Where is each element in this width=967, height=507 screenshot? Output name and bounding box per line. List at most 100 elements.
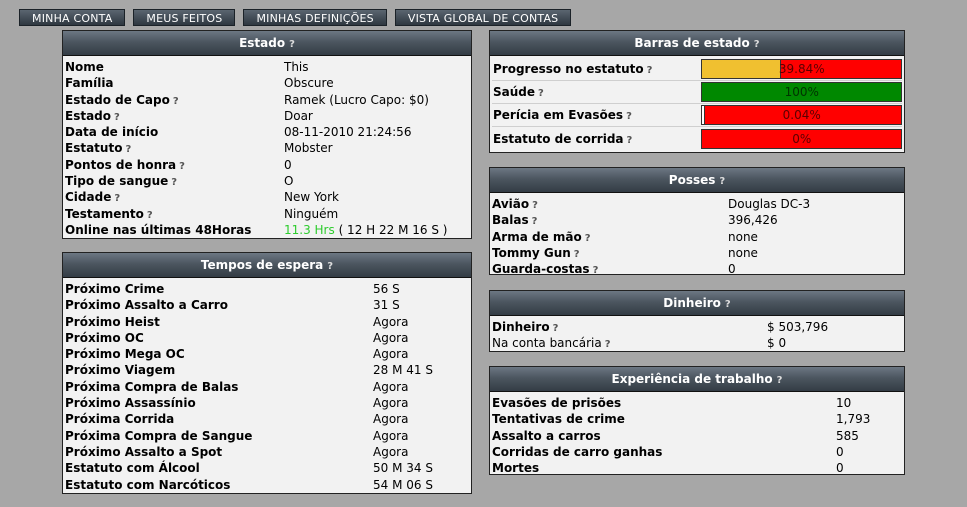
tempos-row-proxima-compra-de-sangue: Próxima Compra de Sangue Agora — [65, 428, 469, 444]
tempos-row-proximo-assassinio: Próximo Assassínio Agora — [65, 395, 469, 411]
estado-row-cidade: Cidade? New York — [65, 189, 469, 205]
bar-label: Saúde? — [492, 85, 701, 99]
tab-minhas-definicoes[interactable]: MINHAS DEFINIÇÕES — [243, 9, 387, 26]
dinheiro-label: Na conta bancária? — [492, 335, 767, 351]
estado-row-estado: Estado? Doar — [65, 108, 469, 124]
experiencia-value: 0 — [836, 444, 844, 459]
row-label-text: Tommy Gun — [492, 245, 571, 260]
barras-body: Progresso no estatuto? 39.84% Saúde? 100% Pe… — [490, 56, 904, 152]
estado-value: Ninguém — [284, 206, 339, 221]
tempos-value: 31 S — [373, 298, 400, 313]
tempos-value: Agora — [373, 379, 409, 394]
progress-bar-text: 0% — [792, 131, 812, 146]
posses-row-tommy-gun: Tommy Gun? none — [492, 245, 902, 261]
tempos-panel-header: Tempos de espera? — [63, 253, 471, 278]
tab-minha-conta[interactable]: MINHA CONTA — [19, 9, 126, 26]
dinheiro-panel-header: Dinheiro? — [490, 291, 904, 316]
progress-bar: 100% — [701, 82, 902, 102]
dinheiro-row-dinheiro: Dinheiro? $ 503,796 — [492, 319, 902, 335]
estado-row-data-de-inicio: Data de início 08-11-2010 21:24:56 — [65, 124, 469, 140]
row-label-text: Próxima Compra de Balas — [65, 379, 239, 394]
help-icon[interactable]: ? — [754, 32, 760, 57]
bar-row-progresso-no-estatuto: Progresso no estatuto? 39.84% — [492, 58, 902, 81]
posses-panel: Posses? Avião? Douglas DC-3 Balas? 396,426 A… — [489, 167, 905, 276]
experiencia-row-corridas-de-carro-ganhas: Corridas de carro ganhas 0 — [492, 444, 902, 460]
row-label-text: Próxima Compra de Sangue — [65, 428, 253, 443]
tempos-title: Tempos de espera — [200, 258, 324, 272]
row-label-text: Guarda-costas — [492, 262, 590, 277]
estado-label: Testamento? — [65, 206, 284, 222]
posses-body: Avião? Douglas DC-3 Balas? 396,426 Arma de m… — [490, 193, 904, 279]
estado-label: Cidade? — [65, 189, 284, 205]
tempos-row-proximo-oc: Próximo OC Agora — [65, 330, 469, 346]
row-label-text: Próximo Assalto a Spot — [65, 444, 223, 459]
estado-label: Estado? — [65, 108, 284, 124]
tempos-value: Agora — [373, 428, 409, 443]
experiencia-label: Tentativas de crime — [492, 411, 836, 427]
row-label-text: Dinheiro — [492, 320, 550, 334]
help-icon[interactable]: ? — [605, 337, 611, 353]
tempos-value: Agora — [373, 330, 409, 345]
row-label-text: Estado — [65, 108, 112, 123]
posses-label: Avião? — [492, 196, 728, 212]
help-icon[interactable]: ? — [647, 65, 653, 76]
posses-value: none — [728, 229, 758, 244]
tempos-value: Agora — [373, 347, 409, 362]
help-icon[interactable]: ? — [719, 169, 725, 194]
barras-title: Barras de estado — [634, 36, 750, 50]
posses-label: Tommy Gun? — [492, 245, 728, 261]
tempos-value: Agora — [373, 314, 409, 329]
experiencia-panel-header: Experiência de trabalho? — [490, 367, 904, 392]
estado-value: Ramek (Lucro Capo: $0) — [284, 92, 429, 107]
row-label-text: Estatuto com Narcóticos — [65, 477, 231, 492]
tempos-label: Próxima Corrida — [65, 411, 373, 427]
experiencia-title: Experiência de trabalho — [611, 372, 773, 386]
posses-panel-header: Posses? — [490, 168, 904, 193]
tab-vista-global[interactable]: VISTA GLOBAL DE CONTAS — [394, 9, 572, 26]
help-icon[interactable]: ? — [725, 292, 731, 317]
estado-label: Data de início — [65, 124, 284, 140]
tempos-row-estatuto-com-narcoticos: Estatuto com Narcóticos 54 M 06 S — [65, 477, 469, 493]
posses-value: 396,426 — [728, 213, 778, 228]
online-detail: ( 12 H 22 M 16 S ) — [334, 222, 448, 237]
dinheiro-value: $ 503,796 — [767, 320, 829, 334]
progress-bar: 39.84% — [701, 59, 902, 79]
tempos-row-proxima-corrida: Próxima Corrida Agora — [65, 411, 469, 427]
tempos-label: Próximo Assalto a Carro — [65, 297, 373, 313]
estado-row-tipo-de-sangue: Tipo de sangue? O — [65, 173, 469, 189]
estado-value: Doar — [284, 108, 313, 123]
estado-value: 08-11-2010 21:24:56 — [284, 125, 412, 140]
progress-bar-text: 100% — [784, 85, 819, 99]
tempos-row-proximo-assalto-a-spot: Próximo Assalto a Spot Agora — [65, 444, 469, 460]
dinheiro-title: Dinheiro — [663, 296, 721, 310]
tempos-label: Próxima Compra de Balas — [65, 379, 373, 395]
tab-meus-feitos[interactable]: MEUS FEITOS — [133, 9, 236, 26]
row-label-text: Próximo Assassínio — [65, 396, 196, 411]
estado-title: Estado — [239, 36, 286, 50]
experiencia-value: 1,793 — [836, 412, 871, 427]
row-label-text: Próxima Corrida — [65, 412, 175, 427]
estado-row-online: Online nas últimas 48Horas 11.3 Hrs ( 12 … — [65, 222, 469, 238]
row-label-text: Cidade — [65, 190, 112, 205]
experiencia-panel: Experiência de trabalho? Evasões de pris… — [489, 366, 905, 475]
posses-row-aviao: Avião? Douglas DC-3 — [492, 196, 902, 212]
help-icon[interactable]: ? — [626, 111, 632, 122]
bar-label-text: Saúde — [493, 85, 536, 99]
help-icon[interactable]: ? — [538, 88, 544, 99]
progress-bar: 0% — [701, 128, 902, 149]
tempos-value: Agora — [373, 444, 409, 459]
row-label-text: Próximo Assalto a Carro — [65, 298, 228, 313]
estado-panel-header: Estado? — [63, 31, 471, 56]
row-label-text: Estado de Capo — [65, 92, 170, 107]
tempos-row-proximo-crime: Próximo Crime 56 S — [65, 281, 469, 297]
help-icon[interactable]: ? — [289, 32, 295, 57]
bar-label-text: Progresso no estatuto — [493, 62, 644, 76]
experiencia-value: 0 — [836, 461, 844, 476]
help-icon[interactable]: ? — [593, 263, 599, 279]
help-icon[interactable]: ? — [327, 254, 333, 279]
progress-bar-text: 0.04% — [782, 108, 821, 122]
help-icon[interactable]: ? — [627, 135, 633, 146]
posses-label: Balas? — [492, 212, 728, 228]
help-icon[interactable]: ? — [777, 368, 783, 393]
row-label-text: Arma de mão — [492, 229, 582, 244]
